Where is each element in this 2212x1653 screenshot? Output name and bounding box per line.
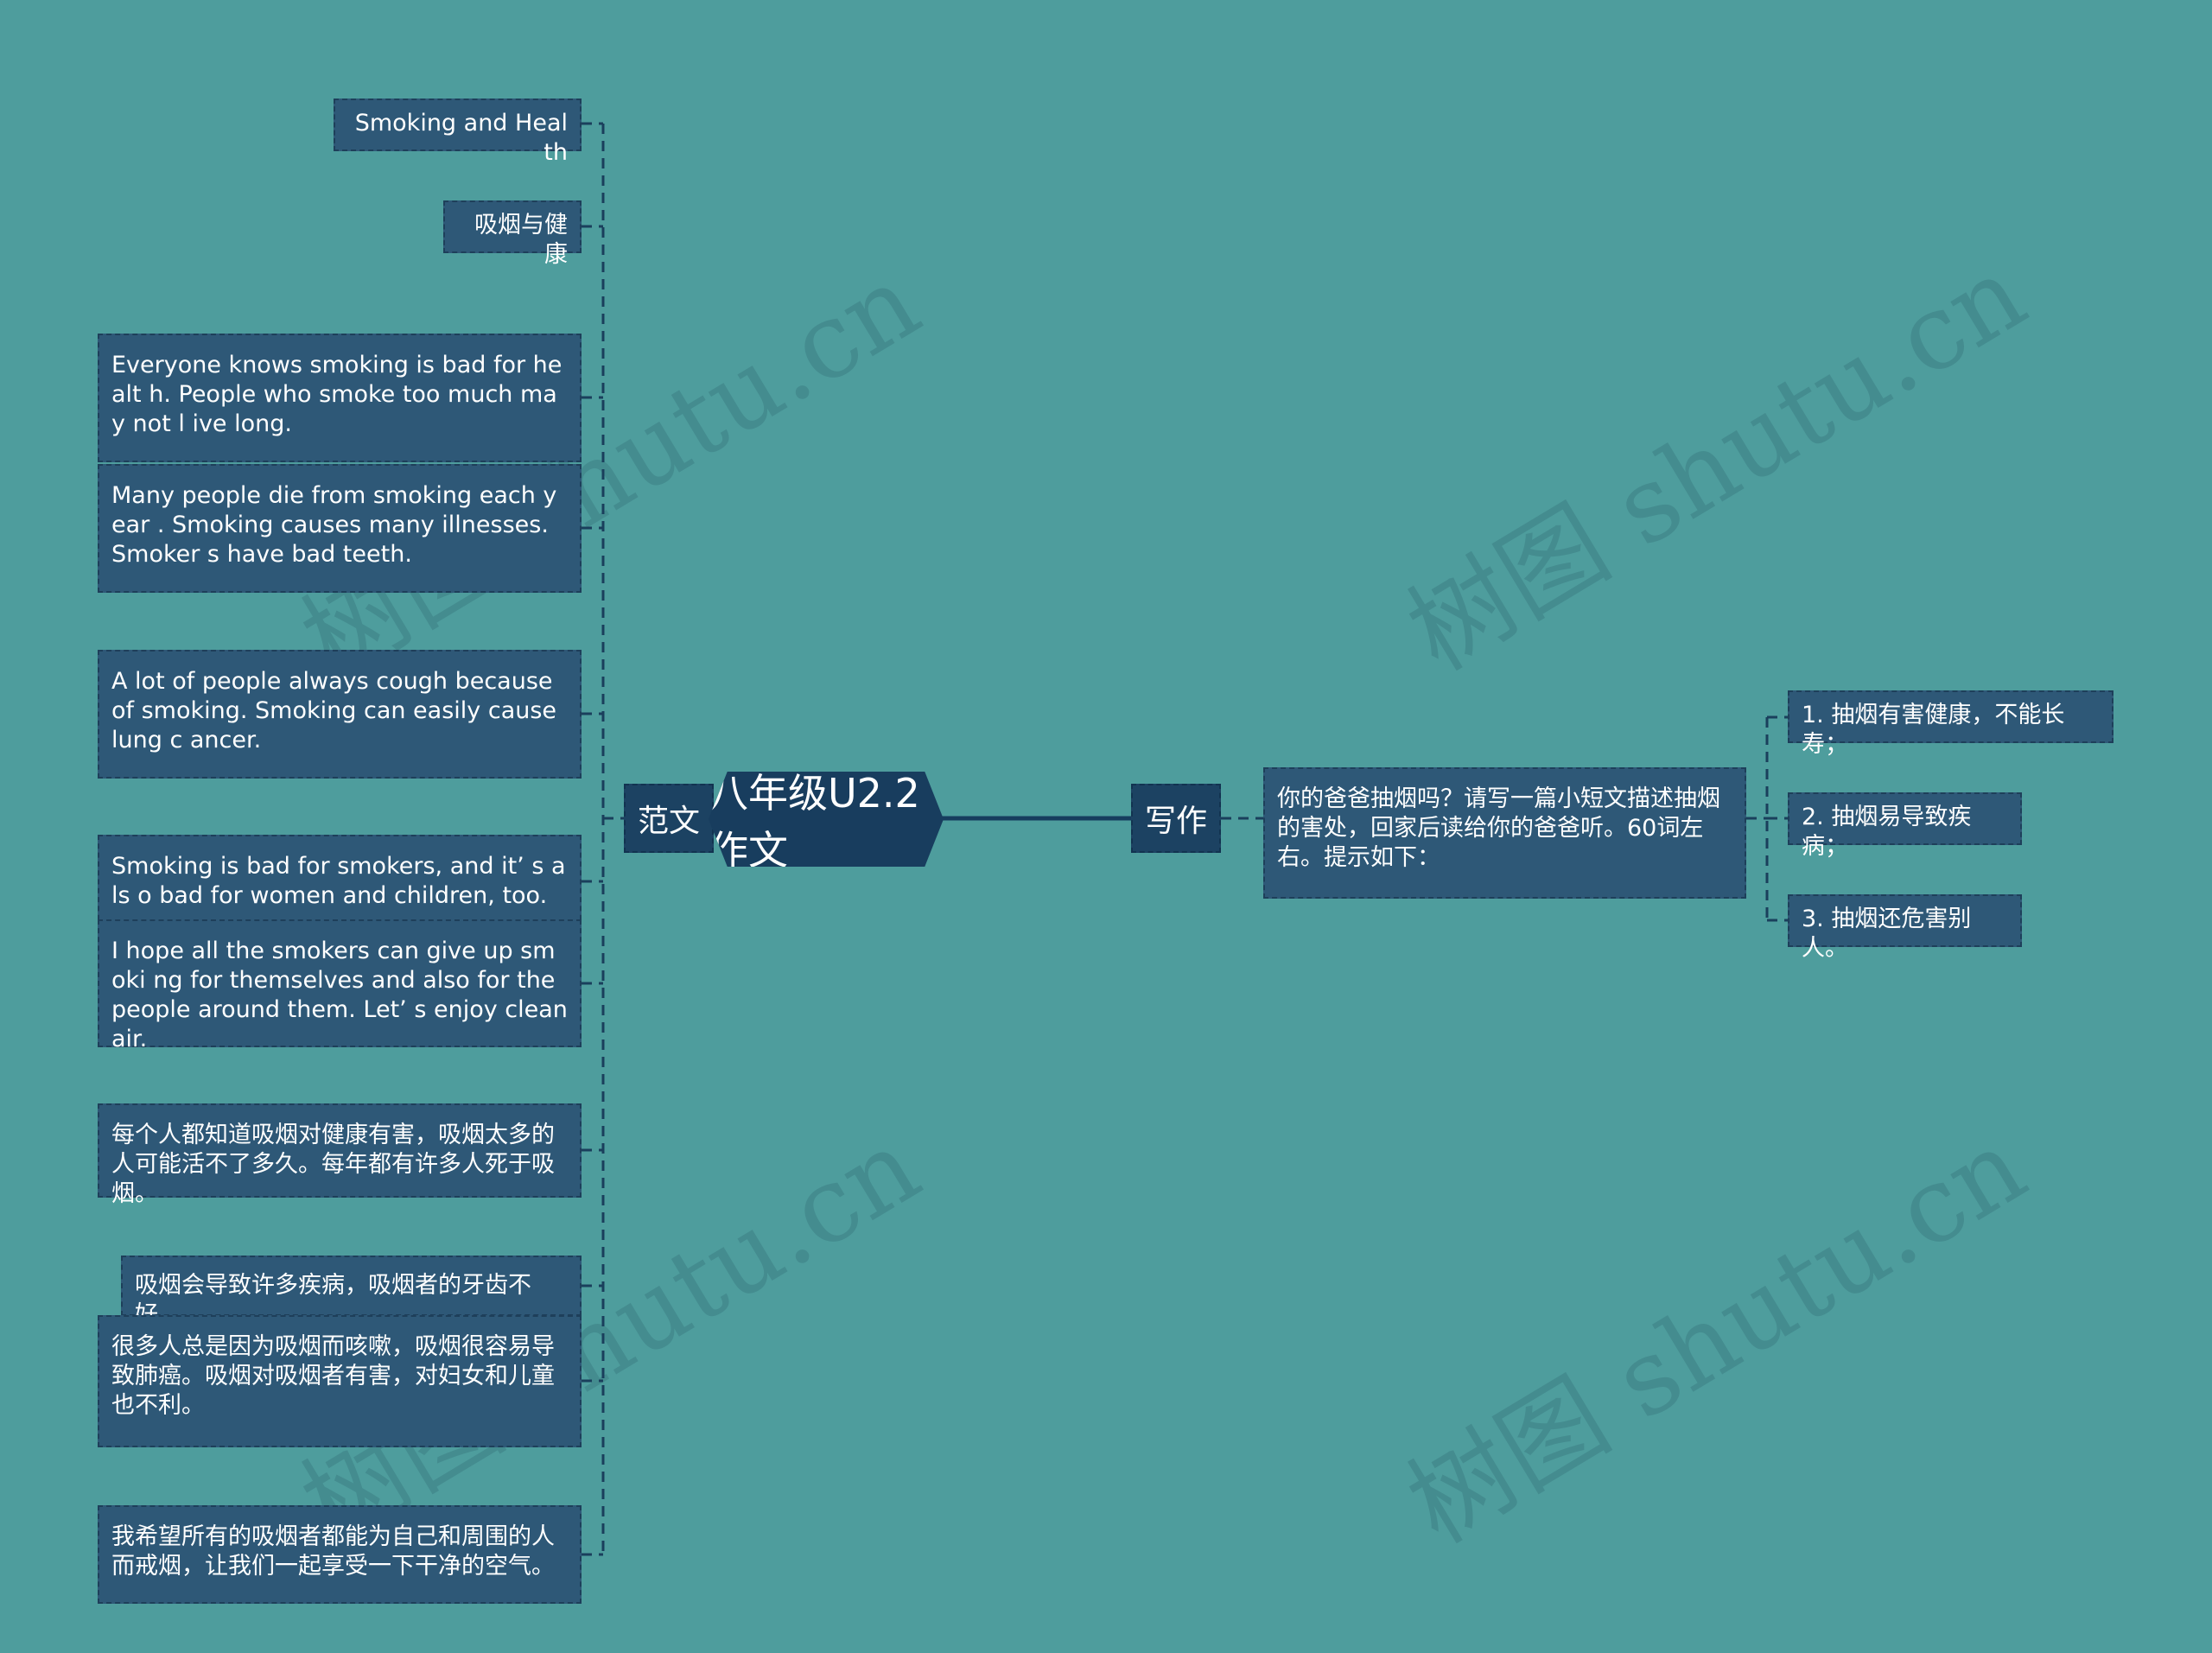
hint-node[interactable]: 1. 抽烟有害健康，不能长寿； <box>1788 690 2113 758</box>
leaf-node-paragraph[interactable]: 很多人总是因为吸烟而咳嗽，吸烟很容易导致肺癌。吸烟对吸烟者有害，对妇女和儿童也不… <box>98 1315 582 1447</box>
leaf-node-paragraph[interactable]: 吸烟会导致许多疾病，吸烟者的牙齿不好。 <box>121 1256 582 1328</box>
leaf-node-paragraph[interactable]: 我希望所有的吸烟者都能为自己和周围的人而戒烟，让我们一起享受一下干净的空气。 <box>98 1505 582 1604</box>
branch-node-xiezuo[interactable]: 写作 <box>1131 784 1221 853</box>
leaf-node-paragraph[interactable]: 每个人都知道吸烟对健康有害，吸烟太多的人可能活不了多久。每年都有许多人死于吸烟。 <box>98 1103 582 1207</box>
leaf-node-title-en[interactable]: Smoking and Health <box>334 99 582 166</box>
branch-node-fanwen[interactable]: 范文 <box>624 784 714 853</box>
leaf-node-paragraph[interactable]: Everyone knows smoking is bad for healt … <box>98 334 582 462</box>
leaf-node-title-cn[interactable]: 吸烟与健康 <box>443 200 582 268</box>
leaf-node-paragraph[interactable]: A lot of people always cough because of … <box>98 650 582 779</box>
leaf-node-paragraph[interactable]: I hope all the smokers can give up smoki… <box>98 919 582 1052</box>
leaf-node-paragraph[interactable]: Many people die from smoking each year .… <box>98 464 582 593</box>
root-node[interactable]: 八年级U2.2 作文 <box>709 772 944 867</box>
hint-node[interactable]: 2. 抽烟易导致疾病； <box>1788 792 2022 860</box>
writing-prompt-node[interactable]: 你的爸爸抽烟吗？请写一篇小短文描述抽烟的害处，回家后读给你的爸爸听。60词左右。… <box>1263 767 1746 899</box>
hint-node[interactable]: 3. 抽烟还危害别人。 <box>1788 894 2022 962</box>
leaf-node-paragraph[interactable]: Smoking is bad for smokers, and it’ s al… <box>98 835 582 929</box>
